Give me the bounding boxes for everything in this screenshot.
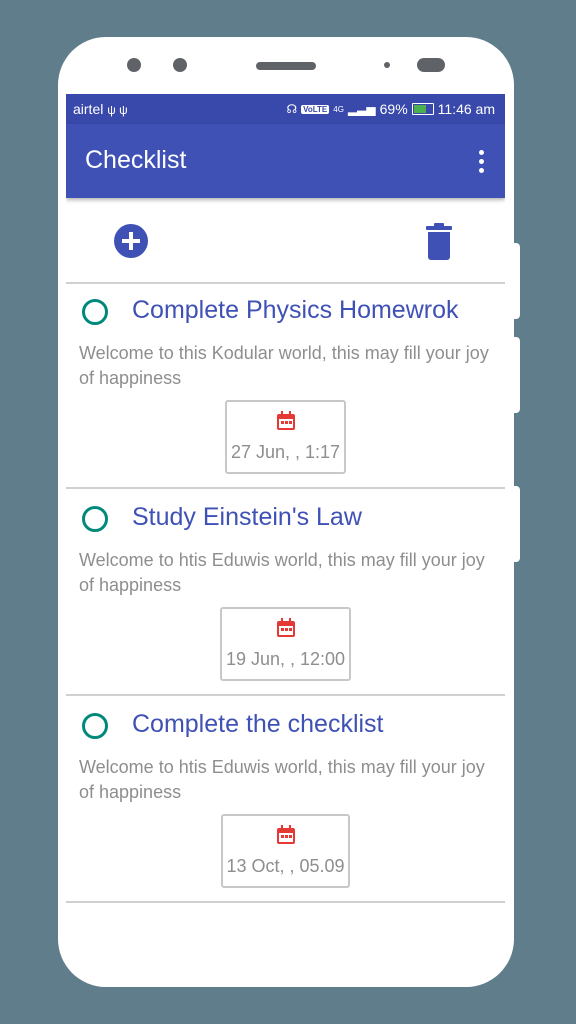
usb-icon: ψ ψ: [107, 103, 128, 117]
battery-fill: [413, 105, 426, 113]
item-title: Complete Physics Homewrok: [132, 296, 459, 324]
clock: 11:46 am: [437, 101, 495, 117]
complete-radio-button[interactable]: [82, 299, 108, 325]
calendar-icon: [276, 411, 295, 430]
plus-icon: [122, 232, 140, 250]
date-picker-button[interactable]: 13 Oct, , 05.09: [221, 814, 350, 888]
network-type-label: 4G: [333, 104, 344, 114]
item-description: Welcome to htis Eduwis world, this may f…: [79, 757, 485, 802]
phone-sensor: [173, 58, 187, 72]
checklist-item: Complete the checklist Welcome to htis E…: [66, 696, 505, 903]
battery-icon: [411, 103, 434, 115]
complete-radio-button[interactable]: [82, 713, 108, 739]
signal-icon: ▂▃▅: [347, 102, 376, 116]
phone-side-button: [514, 337, 520, 413]
phone-sensor: [384, 62, 390, 68]
carrier-label: airtel: [73, 101, 104, 117]
phone-speaker: [256, 62, 316, 70]
trash-lid: [426, 226, 452, 230]
status-left: airtel ψ ψ: [73, 101, 128, 117]
date-picker-button[interactable]: 19 Jun, , 12:00: [220, 607, 351, 681]
item-description: Welcome to this Kodular world, this may …: [79, 343, 489, 388]
headset-icon: ☊: [286, 102, 298, 116]
complete-radio-button[interactable]: [82, 506, 108, 532]
volte-badge: VoLTE: [301, 104, 330, 114]
status-bar: airtel ψ ψ ☊ VoLTE 4G ▂▃▅ 69% 11:46 am: [66, 94, 505, 124]
phone-sensor: [417, 58, 445, 72]
phone-camera: [127, 58, 141, 72]
app-title: Checklist: [85, 146, 187, 174]
battery-percent: 69%: [379, 101, 408, 117]
action-toolbar: [66, 198, 505, 284]
phone-side-button: [514, 486, 520, 562]
trash-body: [428, 232, 450, 260]
checklist-item: Complete Physics Homewrok Welcome to thi…: [66, 282, 505, 489]
phone-side-button: [514, 243, 520, 319]
checklist-item: Study Einstein's Law Welcome to htis Edu…: [66, 489, 505, 696]
date-picker-button[interactable]: 27 Jun, , 1:17: [225, 400, 346, 474]
item-description: Welcome to htis Eduwis world, this may f…: [79, 550, 485, 595]
item-date: 19 Jun, , 12:00: [225, 649, 346, 669]
item-title: Study Einstein's Law: [132, 503, 362, 531]
app-bar: Checklist: [66, 124, 505, 198]
item-title: Complete the checklist: [132, 710, 384, 738]
calendar-icon: [276, 618, 295, 637]
item-date: 27 Jun, , 1:17: [230, 442, 341, 462]
add-item-button[interactable]: [114, 224, 148, 258]
calendar-icon: [276, 825, 295, 844]
status-right: ☊ VoLTE 4G ▂▃▅ 69% 11:46 am: [286, 101, 495, 117]
delete-button[interactable]: [426, 223, 452, 260]
app-screen: airtel ψ ψ ☊ VoLTE 4G ▂▃▅ 69% 11:46 am C…: [66, 94, 505, 930]
overflow-menu-icon[interactable]: [477, 150, 485, 174]
item-date: 13 Oct, , 05.09: [226, 856, 345, 876]
